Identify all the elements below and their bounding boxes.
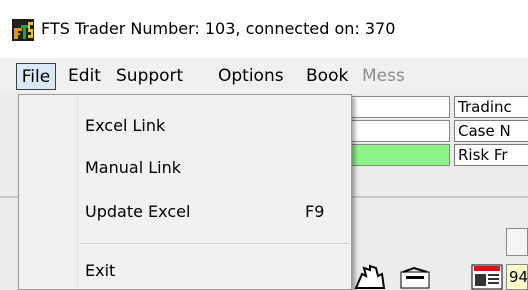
info-label-risk: Risk Fr xyxy=(454,144,528,166)
menu-item-update-excel[interactable]: Update Excel xyxy=(85,202,190,221)
chart-tool-icon[interactable] xyxy=(398,262,432,290)
hand-icon[interactable] xyxy=(352,262,394,290)
menu-item-exit[interactable]: Exit xyxy=(85,261,115,280)
title-bar: FTS Trader Number: 103, connected on: 37… xyxy=(0,0,528,52)
menu-separator xyxy=(79,243,349,245)
menu-item-excel-link[interactable]: Excel Link xyxy=(85,116,165,135)
menu-item-manual-link[interactable]: Manual Link xyxy=(85,158,181,177)
menu-messages: Mess xyxy=(362,66,405,86)
menu-file[interactable]: File xyxy=(16,63,56,90)
toolbar-value-field[interactable]: 94 xyxy=(506,264,528,290)
update-excel-shortcut: F9 xyxy=(305,202,325,221)
menu-edit[interactable]: Edit xyxy=(68,63,101,90)
info-label-trading: Tradinc xyxy=(454,96,528,118)
menu-options[interactable]: Options xyxy=(218,63,284,90)
toolbar-small-box[interactable] xyxy=(506,228,528,256)
file-menu-dropdown: Excel Link Manual Link Update Excel F9 E… xyxy=(18,94,352,290)
menu-book[interactable]: Book xyxy=(306,63,348,90)
news-icon[interactable] xyxy=(470,262,504,290)
menu-gutter xyxy=(77,97,78,289)
menu-support[interactable]: Support xyxy=(116,63,183,90)
info-label-case: Case N xyxy=(454,120,528,142)
window-title: FTS Trader Number: 103, connected on: 37… xyxy=(41,19,396,38)
fts-app-icon xyxy=(12,19,34,41)
